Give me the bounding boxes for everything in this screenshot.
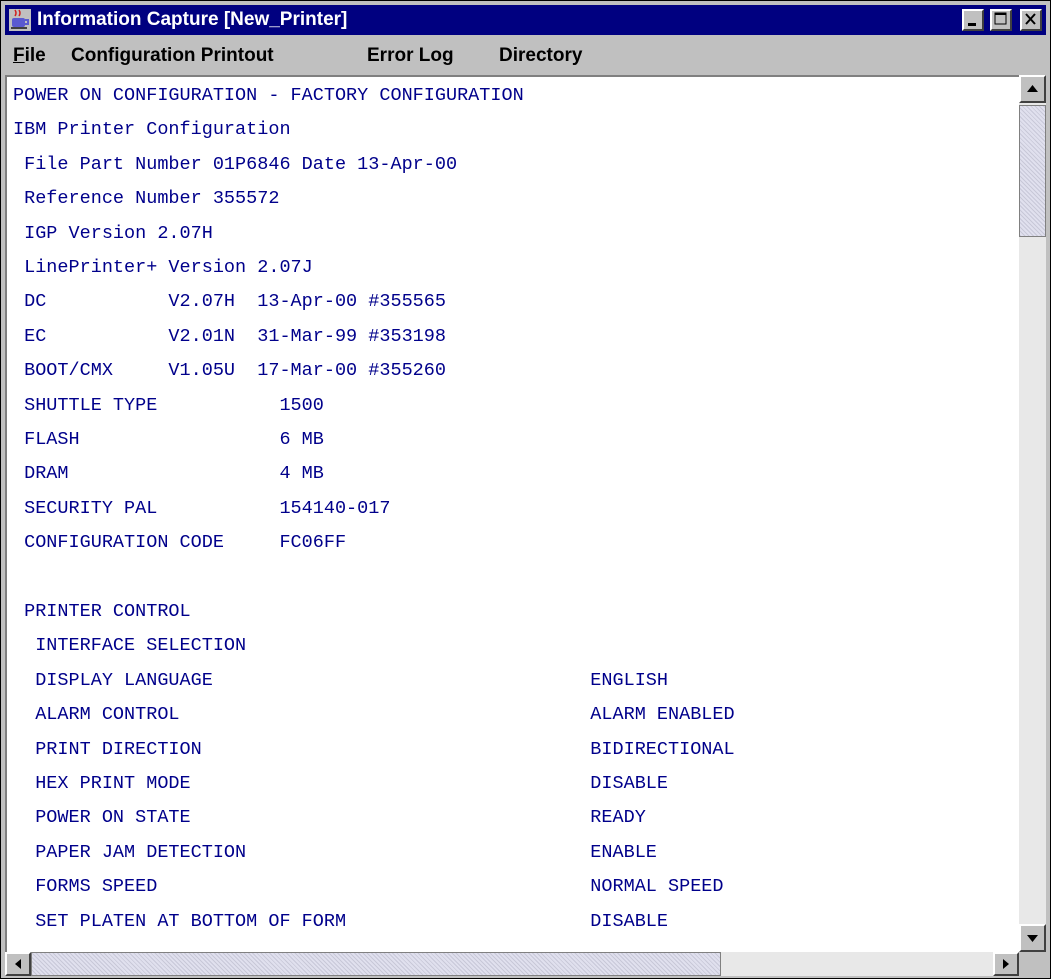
scroll-down-button[interactable] [1019,924,1046,952]
scroll-left-button[interactable] [5,952,31,976]
config-line: IGP Version 2.07H [13,222,213,244]
menu-error-log[interactable]: Error Log [367,45,454,67]
config-line: FORMS SPEED NORMAL SPEED [13,876,724,898]
arrow-right-icon [1003,959,1009,969]
config-line: CONFIGURATION CODE FC06FF [13,532,347,554]
config-line: PAPER JAM DETECTION ENABLE [13,841,657,863]
title-bar[interactable]: Information Capture [New_Printer] [5,5,1046,35]
maximize-button[interactable] [990,9,1012,31]
menu-file[interactable]: File [13,45,46,67]
vertical-scroll-thumb[interactable] [1019,105,1046,237]
vertical-scrollbar[interactable] [1019,75,1046,952]
horizontal-scroll-thumb[interactable] [31,952,721,976]
config-line: SET PLATEN AT BOTTOM OF FORM DISABLE [13,910,669,932]
scroll-corner [1019,952,1046,976]
scroll-right-button[interactable] [993,952,1019,976]
config-line: DISPLAY LANGUAGE ENGLISH [13,669,669,691]
menu-bar: File Configuration Printout Error Log Di… [5,39,1046,73]
menu-file-mnemonic: F [13,45,25,66]
config-line: DRAM 4 MB [13,463,324,485]
config-line: POWER ON STATE READY [13,807,646,829]
close-icon [1025,13,1036,25]
config-line: FLASH 6 MB [13,429,324,450]
menu-configuration-printout[interactable]: Configuration Printout [71,45,274,67]
config-line: POWER ON CONFIGURATION - FACTORY CONFIGU… [13,85,524,106]
arrow-up-icon [1027,85,1038,92]
java-cup-icon [9,9,31,31]
maximize-icon [994,12,1007,25]
config-line: Reference Number 355572 [13,188,280,210]
arrow-left-icon [15,959,21,969]
config-line: IBM Printer Configuration [13,119,291,141]
config-line: INTERFACE SELECTION [13,635,247,657]
config-line: PRINT DIRECTION BIDIRECTIONAL [13,738,735,760]
app-window: Information Capture [New_Printer] File C… [0,0,1051,979]
configuration-text-area[interactable]: POWER ON CONFIGURATION - FACTORY CONFIGU… [5,75,1019,952]
menu-directory[interactable]: Directory [499,45,582,67]
window-title: Information Capture [New_Printer] [37,9,348,30]
config-line: EC V2.01N 31-Mar-99 #353198 [13,325,446,347]
horizontal-scrollbar[interactable] [5,952,1019,976]
config-line: HEX PRINT MODE DISABLE [13,773,669,794]
config-line: DC V2.07H 13-Apr-00 #355565 [13,291,446,313]
config-line: PRINTER CONTROL [13,601,191,622]
config-line: File Part Number 01P6846 Date 13-Apr-00 [13,153,458,175]
minimize-button[interactable] [962,9,984,31]
config-line: ALARM CONTROL ALARM ENABLED [13,704,735,726]
config-line: LinePrinter+ Version 2.07J [13,257,313,278]
close-button[interactable] [1020,9,1042,31]
config-line: BOOT/CMX V1.05U 17-Mar-00 #355260 [13,360,446,382]
config-line: SECURITY PAL 154140-017 [13,497,391,519]
minimize-icon [968,23,976,26]
scroll-up-button[interactable] [1019,75,1046,103]
arrow-down-icon [1027,935,1038,942]
menu-file-rest: ile [24,45,46,66]
config-line: SHUTTLE TYPE 1500 [13,394,324,416]
